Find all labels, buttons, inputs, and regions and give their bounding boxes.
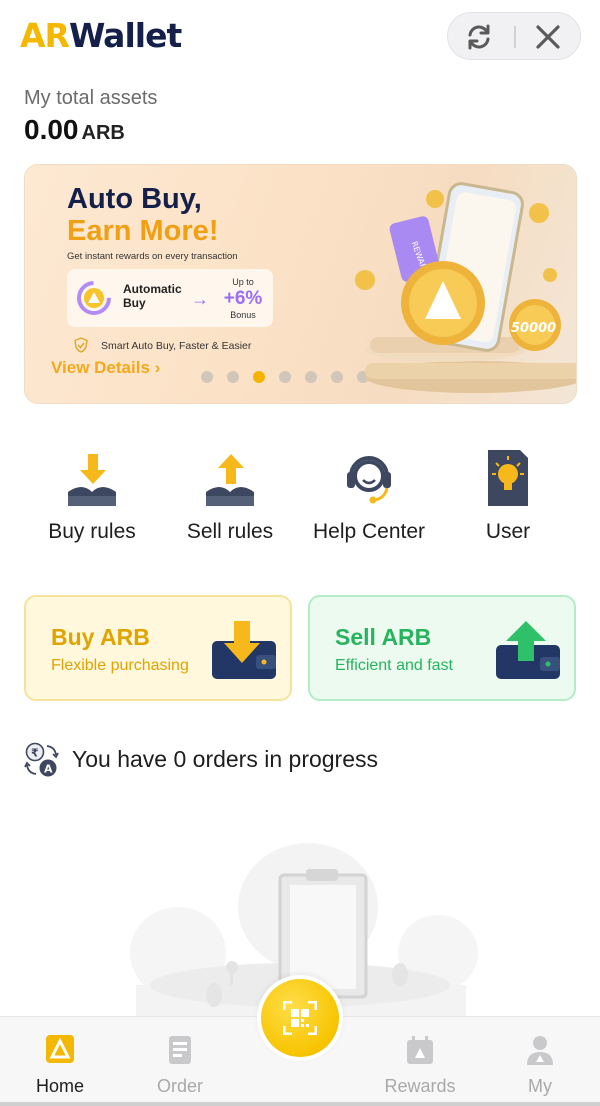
assets-amount: 0.00: [24, 114, 79, 145]
carousel-dot[interactable]: [227, 371, 239, 383]
auto-buy-box: Automatic Buy → Up to +6% Bonus: [67, 269, 273, 327]
quick-action-sell-rules[interactable]: Sell rules: [160, 440, 300, 550]
banner-tagline: Get instant rewards on every transaction: [67, 251, 238, 262]
buy-rules-icon: [68, 454, 116, 506]
capsule-divider: [514, 26, 516, 48]
carousel-dot[interactable]: [279, 371, 291, 383]
auto-buy-label: Automatic Buy: [123, 282, 182, 310]
promo-banner[interactable]: Auto Buy, Earn More! Get instant rewards…: [24, 164, 577, 404]
user-lightbulb-icon: [488, 450, 528, 506]
refresh-icon[interactable]: [464, 22, 494, 52]
quick-action-label: Buy rules: [48, 520, 136, 543]
tab-rewards[interactable]: Rewards: [360, 1017, 480, 1106]
headset-icon: [347, 456, 391, 504]
quick-action-help-center[interactable]: Help Center: [299, 440, 439, 550]
buy-arb-subtitle: Flexible purchasing: [51, 657, 189, 674]
view-details-label: View Details: [51, 358, 150, 377]
total-assets-value: 0.00 ARB: [24, 114, 125, 146]
svg-text:₹: ₹: [31, 747, 39, 760]
up-to-label: Up to: [232, 277, 254, 287]
banner-headline-accent: Earn More!: [67, 215, 219, 247]
app-logo: ARWallet: [20, 16, 182, 55]
quick-action-buy-rules[interactable]: Buy rules: [22, 440, 162, 550]
order-icon: [169, 1036, 191, 1064]
svg-text:A: A: [44, 763, 53, 776]
home-icon: [46, 1035, 74, 1063]
orders-in-progress: ₹ A You have 0 orders in progress: [24, 740, 584, 780]
profile-icon: [527, 1036, 553, 1065]
tab-my[interactable]: My: [480, 1017, 600, 1106]
close-icon[interactable]: [534, 23, 562, 51]
total-assets-label: My total assets: [24, 87, 158, 109]
window-controls: [447, 12, 581, 60]
tab-order[interactable]: Order: [120, 1017, 240, 1106]
wallet-upload-icon: [496, 621, 560, 679]
buy-arb-card[interactable]: Buy ARB Flexible purchasing: [24, 595, 292, 701]
logo-wallet: Wallet: [68, 16, 182, 55]
bonus-percent: +6%: [223, 288, 263, 309]
arrow-right-icon: →: [191, 289, 209, 309]
logo-ar: AR: [20, 16, 70, 55]
quick-actions: Buy rules Sell rules Help Center User: [0, 440, 600, 550]
tab-label: Home: [35, 1076, 84, 1096]
quick-action-label: User: [485, 520, 531, 543]
banner-illustration: REWARD 50000: [355, 182, 576, 393]
shield-icon: [74, 337, 88, 353]
auto-buy-icon: [77, 281, 111, 315]
sell-arb-title: Sell ARB: [335, 624, 432, 650]
currency-exchange-icon: ₹ A: [24, 742, 59, 777]
orders-status-text: You have 0 orders in progress: [72, 746, 379, 772]
qr-scan-icon: [283, 1001, 317, 1035]
sell-arb-card[interactable]: Sell ARB Efficient and fast: [308, 595, 576, 701]
tab-label: Order: [156, 1076, 203, 1096]
carousel-dot-active[interactable]: [253, 371, 265, 383]
assets-unit: ARB: [81, 122, 125, 144]
bottom-edge: [0, 1102, 600, 1106]
banner-headline: Auto Buy,: [67, 183, 202, 215]
sell-arb-subtitle: Efficient and fast: [335, 657, 453, 674]
smart-auto-buy-text: Smart Auto Buy, Faster & Easier: [101, 340, 252, 352]
quick-action-label: Sell rules: [186, 520, 274, 543]
coin-amount: 50000: [511, 321, 556, 336]
chevron-right-icon: ›: [149, 358, 161, 377]
scan-button[interactable]: [257, 975, 343, 1061]
quick-action-label: Help Center: [312, 520, 426, 543]
buy-arb-title: Buy ARB: [51, 624, 150, 650]
quick-action-user[interactable]: User: [438, 440, 578, 550]
tab-label: My: [528, 1076, 552, 1096]
carousel-dot[interactable]: [201, 371, 213, 383]
tab-home[interactable]: Home: [0, 1017, 120, 1106]
view-details-link[interactable]: View Details ›: [51, 358, 160, 378]
carousel-dot[interactable]: [305, 371, 317, 383]
app-header: ARWallet: [0, 0, 600, 78]
sell-rules-icon: [206, 454, 254, 506]
wallet-download-icon: [212, 621, 276, 679]
scan-button-face: [261, 979, 339, 1057]
rewards-icon: [407, 1036, 433, 1064]
bonus-label: Bonus: [230, 310, 256, 320]
tab-label: Rewards: [384, 1076, 456, 1096]
